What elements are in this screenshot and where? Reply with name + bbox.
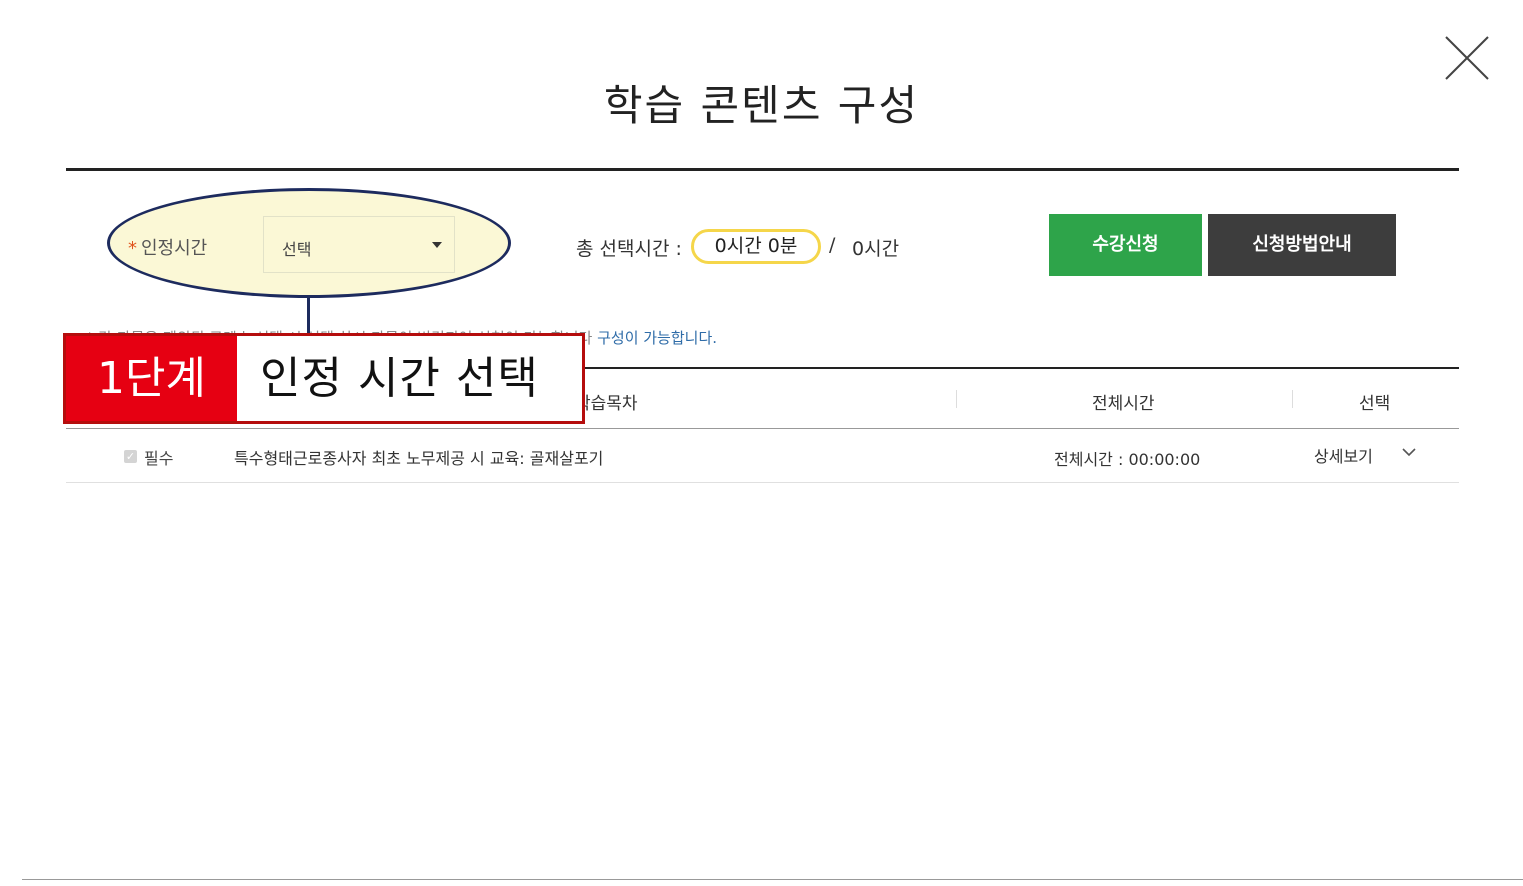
column-divider xyxy=(1292,390,1293,408)
total-selected-label: 총 선택시간 : xyxy=(576,238,682,260)
recognized-time-label-text: 인정시간 xyxy=(141,238,208,259)
select-value: 선택 xyxy=(282,240,312,259)
recognized-time-label: * 인정시간 xyxy=(128,234,207,260)
bottom-border xyxy=(22,879,1523,880)
required-checkbox[interactable]: ✓ xyxy=(124,450,137,463)
table-row: ✓ 필수 특수형태근로종사자 최초 노무제공 시 교육: 골재살포기 전체시간 … xyxy=(66,429,1459,483)
title-divider xyxy=(66,168,1459,171)
caret-down-icon xyxy=(432,242,442,248)
application-guide-button[interactable]: 신청방법안내 xyxy=(1208,214,1396,276)
selected-time-value: 0시간 0분 xyxy=(691,229,821,264)
chevron-down-icon xyxy=(1402,448,1416,457)
apply-button[interactable]: 수강신청 xyxy=(1049,214,1202,276)
column-header-total-time: 전체시간 xyxy=(1092,394,1155,414)
content-title: 특수형태근로종사자 최초 노무제공 시 교육: 골재살포기 xyxy=(234,449,604,468)
recognized-time-select[interactable]: 선택 xyxy=(263,216,455,273)
expand-row-button[interactable] xyxy=(1400,443,1418,461)
step-description: 인정 시간 선택 xyxy=(260,353,539,404)
time-separator: / xyxy=(829,234,836,256)
guide-note-blue: 구성이 가능합니다. xyxy=(597,329,718,347)
column-header-select: 선택 xyxy=(1359,394,1391,414)
step-callout: 1단계 인정 시간 선택 xyxy=(63,333,585,424)
column-divider xyxy=(956,390,957,408)
view-details-link[interactable]: 상세보기 xyxy=(1314,443,1373,467)
step-number: 1단계 xyxy=(66,336,237,421)
max-time-value: 0시간 xyxy=(852,238,900,260)
page-title: 학습 콘텐츠 구성 xyxy=(603,81,920,130)
required-label: 필수 xyxy=(144,449,174,468)
required-mark: * xyxy=(128,238,137,259)
content-duration: 전체시간 : 00:00:00 xyxy=(1054,450,1201,469)
